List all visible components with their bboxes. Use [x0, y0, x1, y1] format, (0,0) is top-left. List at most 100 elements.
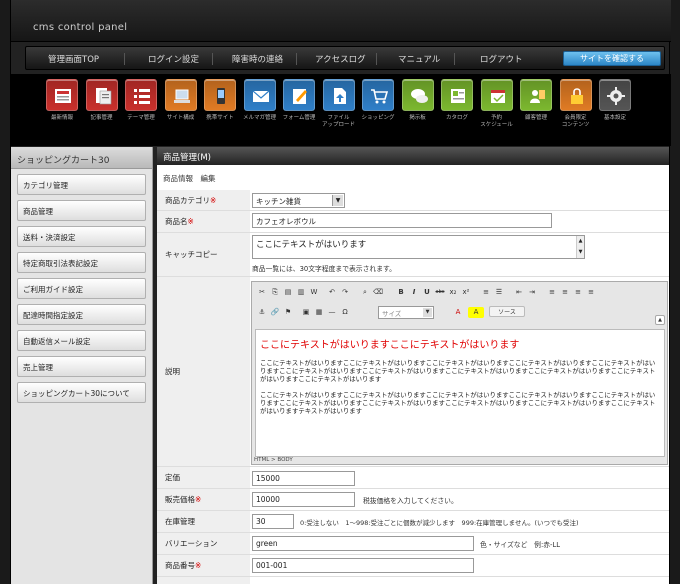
module-customer-button[interactable]: 顧客管理	[519, 79, 553, 122]
paste-word-icon[interactable]: W	[308, 287, 320, 298]
ordered-list-icon[interactable]: ≡	[480, 287, 492, 298]
sidebar-item-auto-reply[interactable]: 自動返信メール設定	[17, 330, 146, 351]
sidebar-item-sales[interactable]: 売上管理	[17, 356, 146, 377]
bullet-list-icon[interactable]: ☰	[493, 287, 505, 298]
customer-icon	[520, 79, 552, 111]
anchor-icon[interactable]: ⚓	[256, 307, 268, 318]
bold-icon[interactable]: B	[395, 287, 407, 298]
gear-icon	[599, 79, 631, 111]
paste-text-icon[interactable]: ▥	[295, 287, 307, 298]
sidebar-item-label: 商品管理	[23, 207, 53, 216]
underline-icon[interactable]: U	[421, 287, 433, 298]
view-site-button[interactable]: サイトを確認する	[563, 51, 661, 66]
rich-text-editor: ✂ ⎘ ▤ ▥ W ↶ ↷ ⌕ ⌫ B I Uabc x₂ x² ≡ ☰ ⇤ ⇥ ≡ ≡ ≡ ≡ ⚓ 🔗 ⚑ ▣ ▦ — Ω A A サイズ…	[251, 281, 668, 465]
list-price-input[interactable]: 15000	[252, 471, 355, 486]
nav-item-top[interactable]: 管理画面TOP	[48, 53, 99, 65]
lock-icon	[559, 79, 592, 111]
sale-price-input[interactable]: 10000	[252, 492, 355, 507]
font-color-icon[interactable]: A	[450, 307, 466, 318]
align-right-icon[interactable]: ≡	[572, 287, 584, 298]
bg-color-icon[interactable]: A	[468, 307, 484, 318]
module-bbs-button[interactable]: 掲示板	[401, 79, 435, 122]
module-schedule-button[interactable]: 予約 スケジュール	[480, 79, 514, 129]
nav-item-login-settings[interactable]: ログイン設定	[148, 53, 199, 65]
sidebar-item-label: ご利用ガイド設定	[23, 285, 83, 294]
editor-content[interactable]: ここにテキストがはいりますここにテキストがはいります ここにテキストがはいります…	[255, 329, 665, 457]
sidebar-item-products[interactable]: 商品管理	[17, 200, 146, 221]
sidebar-item-about[interactable]: ショッピングカート30について	[17, 382, 146, 403]
superscript-icon[interactable]: x²	[460, 287, 472, 298]
module-lock-button[interactable]: 会員限定 コンテンツ	[559, 79, 593, 129]
scrollbar[interactable]: ▲ ▼	[576, 236, 584, 258]
editor-path: HTML > BODY	[254, 457, 293, 463]
eraser-icon[interactable]: ⌫	[372, 287, 384, 298]
field-label-category: 商品カテゴリ ※	[157, 190, 250, 211]
module-theme-list-button[interactable]: テーマ管理	[124, 79, 158, 122]
sidebar-item-category[interactable]: カテゴリ管理	[17, 174, 146, 195]
undo-icon[interactable]: ↶	[326, 287, 338, 298]
nav-item-incident-contact[interactable]: 障害時の連絡	[232, 53, 283, 65]
sidebar-item-label: 特定商取引法表記設定	[23, 259, 98, 268]
sidebar-item-delivery-time[interactable]: 配達時間指定設定	[17, 304, 146, 325]
cart-icon	[362, 79, 394, 111]
copy-icon[interactable]: ⎘	[269, 287, 281, 298]
italic-icon[interactable]: I	[408, 287, 420, 298]
nav-divider	[212, 53, 213, 65]
nav-divider	[124, 53, 125, 65]
subscript-icon[interactable]: x₂	[447, 287, 459, 298]
module-gear-button[interactable]: 基本設定	[598, 79, 632, 122]
product-name-input[interactable]: カフェオレボウル	[252, 213, 552, 228]
indent-icon[interactable]: ⇥	[526, 287, 538, 298]
sidebar-item-shipping-payment[interactable]: 送料・決済設定	[17, 226, 146, 247]
align-left-icon[interactable]: ≡	[546, 287, 558, 298]
sidebar-item-label: 配達時間指定設定	[23, 311, 83, 320]
collapse-toolbar-icon[interactable]: ▲	[655, 315, 665, 325]
mail-icon	[243, 79, 276, 111]
nav-item-logout[interactable]: ログアウト	[480, 53, 523, 65]
module-catalog-button[interactable]: カタログ	[440, 79, 474, 122]
product-code-input[interactable]: 001-001	[252, 558, 474, 573]
category-select-value: キッチン雑貨	[256, 197, 301, 206]
module-news-button[interactable]: 最新情報	[45, 79, 79, 122]
strike-icon[interactable]: abc	[434, 287, 446, 298]
table-icon[interactable]: ▦	[313, 307, 325, 318]
nav-item-access-log[interactable]: アクセスログ	[315, 53, 366, 65]
source-button[interactable]: ソース	[489, 306, 525, 317]
theme-list-icon	[125, 79, 157, 111]
align-center-icon[interactable]: ≡	[559, 287, 571, 298]
module-mail-button[interactable]: メルマガ管理	[243, 79, 277, 122]
outdent-icon[interactable]: ⇤	[513, 287, 525, 298]
module-label: 基本設定	[603, 115, 626, 121]
cut-icon[interactable]: ✂	[256, 287, 268, 298]
module-mobile-button[interactable]: 携帯サイト	[203, 79, 237, 122]
catch-copy-note: 商品一覧には、30文字程度まで表示されます。	[252, 265, 396, 273]
nav-item-manual[interactable]: マニュアル	[398, 53, 440, 65]
link-icon[interactable]: 🔗	[269, 307, 281, 318]
module-file-upload-button[interactable]: ファイル アップロード	[322, 79, 356, 129]
variation-note: 色・サイズなど 例:赤-LL	[480, 541, 561, 549]
field-label-name: 商品名 ※	[157, 211, 250, 233]
sidebar-item-guide[interactable]: ご利用ガイド設定	[17, 278, 146, 299]
omega-icon[interactable]: Ω	[339, 307, 351, 318]
hr-icon[interactable]: —	[326, 307, 338, 318]
redo-icon[interactable]: ↷	[339, 287, 351, 298]
font-size-select[interactable]: サイズ ▼	[378, 306, 434, 319]
module-article-button[interactable]: 記事管理	[85, 79, 119, 122]
find-icon[interactable]: ⌕	[359, 287, 371, 298]
catch-copy-textarea[interactable]: ここにテキストがはいります ▲ ▼	[252, 235, 585, 259]
module-laptop-button[interactable]: サイト構成	[164, 79, 198, 122]
module-form-button[interactable]: フォーム管理	[282, 79, 316, 122]
image-icon[interactable]: ▣	[300, 307, 312, 318]
variation-input[interactable]: green	[252, 536, 474, 551]
sidebar: ショッピングカート30 カテゴリ管理 商品管理 送料・決済設定 特定商取引法表記…	[11, 147, 153, 584]
module-cart-button[interactable]: ショッピング	[361, 79, 395, 122]
page-title: 商品管理(M)	[157, 147, 669, 165]
module-icon-bar: 最新情報 記事管理 テーマ管理 サイト構成 携帯サイト メルマガ管理 フォーム管理 ファイル …	[11, 74, 671, 146]
justify-icon[interactable]: ≡	[585, 287, 597, 298]
paste-icon[interactable]: ▤	[282, 287, 294, 298]
sidebar-item-commerce-law[interactable]: 特定商取引法表記設定	[17, 252, 146, 273]
field-label-product-code: 商品番号 ※	[157, 555, 250, 577]
flag-icon[interactable]: ⚑	[282, 307, 294, 318]
stock-input[interactable]: 30	[252, 514, 294, 529]
category-select[interactable]: キッチン雑貨 ▼	[252, 193, 345, 208]
